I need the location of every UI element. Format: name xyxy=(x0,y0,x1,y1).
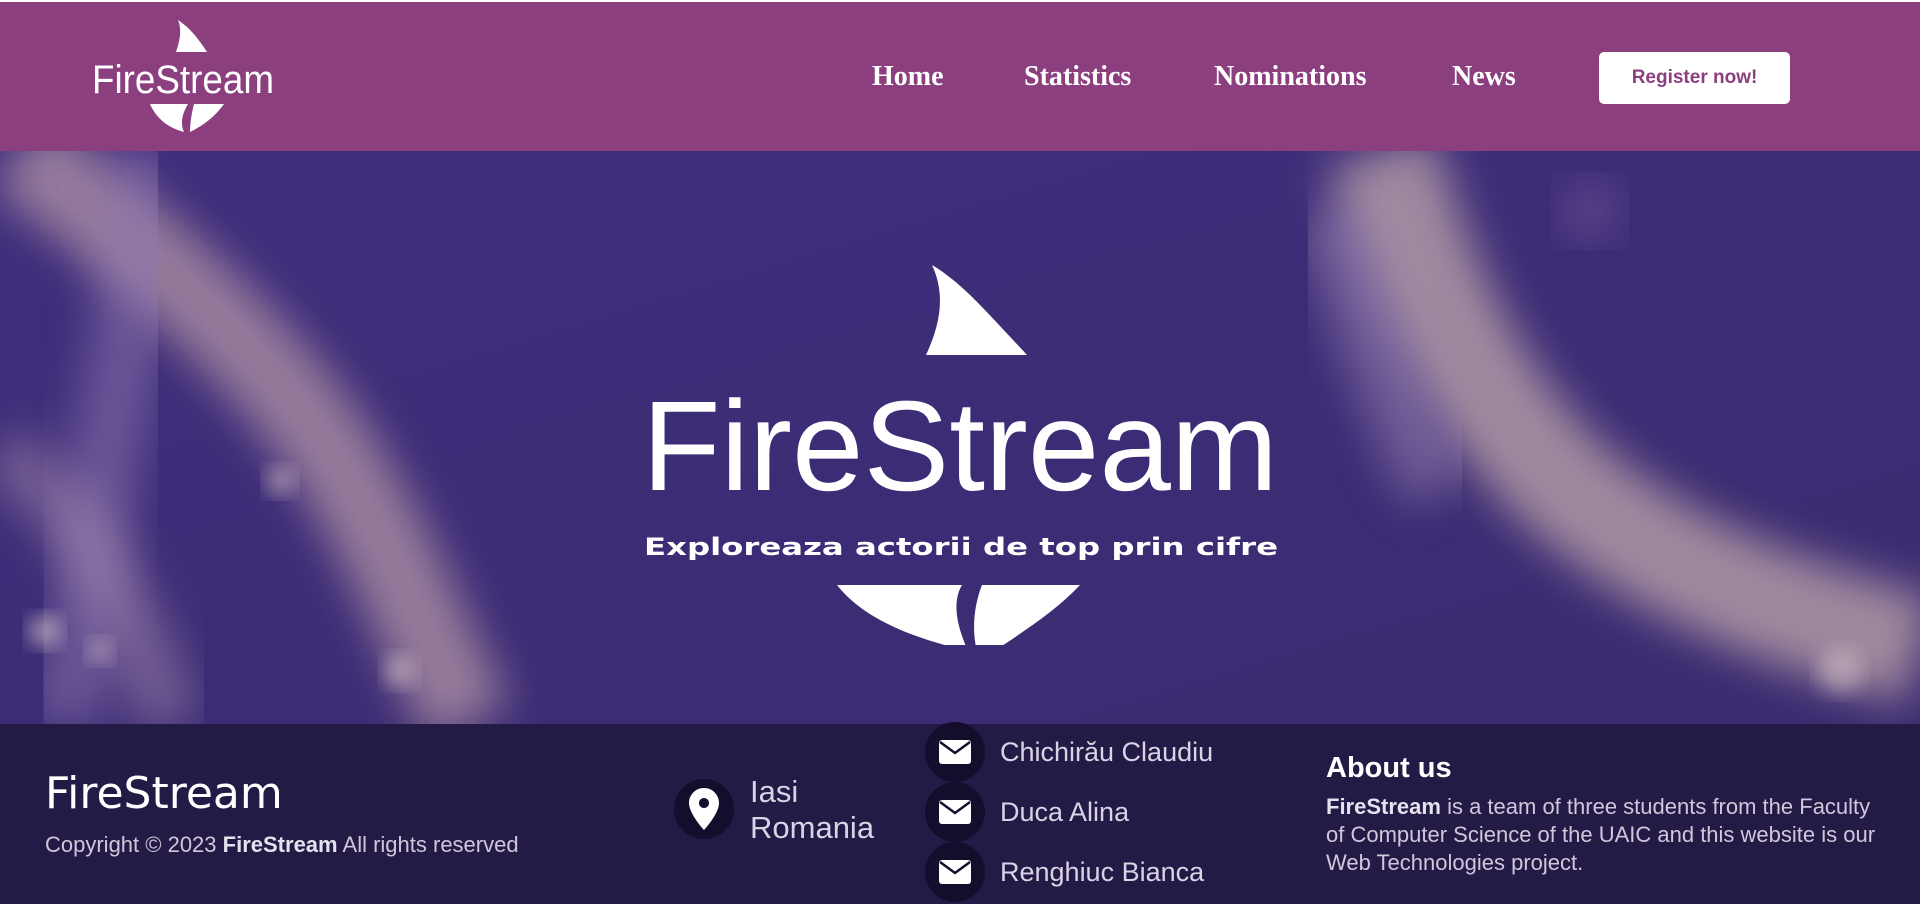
hero-brand-name: FireStream xyxy=(642,375,1278,518)
about-title: About us xyxy=(1326,752,1452,784)
map-pin-icon xyxy=(689,788,719,830)
hero-tagline: Exploreaza actorii de top prin cifre xyxy=(644,533,1278,561)
site-header: FireStream Home Statistics Nominations N… xyxy=(0,2,1920,151)
contact-badge-3[interactable] xyxy=(925,842,985,902)
contact-name-3[interactable]: Renghiuc Bianca xyxy=(1000,857,1204,888)
envelope-icon xyxy=(939,740,971,764)
nav-news[interactable]: News xyxy=(1452,60,1516,94)
nav-home[interactable]: Home xyxy=(872,60,944,94)
location-text: Iasi Romania xyxy=(750,774,874,846)
about-text: FireStream is a team of three students f… xyxy=(1326,793,1886,877)
firestream-logo-icon: FireStream Exploreaza actorii de top pri… xyxy=(642,265,1278,661)
footer-copyright: Copyright © 2023 FireStream All rights r… xyxy=(45,832,519,858)
about-brand: FireStream xyxy=(1326,794,1441,819)
envelope-icon xyxy=(939,860,971,884)
svg-text:FireStream: FireStream xyxy=(92,58,274,102)
copyright-brand: FireStream xyxy=(222,832,338,857)
nav-nominations[interactable]: Nominations xyxy=(1214,60,1366,94)
site-footer: FireStream Copyright © 2023 FireStream A… xyxy=(0,722,1920,904)
envelope-icon xyxy=(939,800,971,824)
register-button[interactable]: Register now! xyxy=(1599,52,1790,104)
location-badge xyxy=(674,779,734,839)
copyright-suffix: All rights reserved xyxy=(342,832,519,857)
footer-brand: FireStream xyxy=(45,768,283,819)
contact-badge-1[interactable] xyxy=(925,722,985,782)
logo-icon: FireStream xyxy=(92,20,274,132)
hero-logo: FireStream Exploreaza actorii de top pri… xyxy=(640,265,1280,661)
header-logo[interactable]: FireStream xyxy=(92,18,282,134)
location-country: Romania xyxy=(750,810,875,845)
contact-name-1[interactable]: Chichirău Claudiu xyxy=(1000,737,1213,768)
nav-statistics[interactable]: Statistics xyxy=(1024,60,1131,94)
contact-name-2[interactable]: Duca Alina xyxy=(1000,797,1129,828)
hero-banner: FireStream Exploreaza actorii de top pri… xyxy=(0,151,1920,724)
location-city: Iasi xyxy=(750,774,799,809)
copyright-prefix: Copyright © 2023 xyxy=(45,832,217,857)
contact-badge-2[interactable] xyxy=(925,782,985,842)
